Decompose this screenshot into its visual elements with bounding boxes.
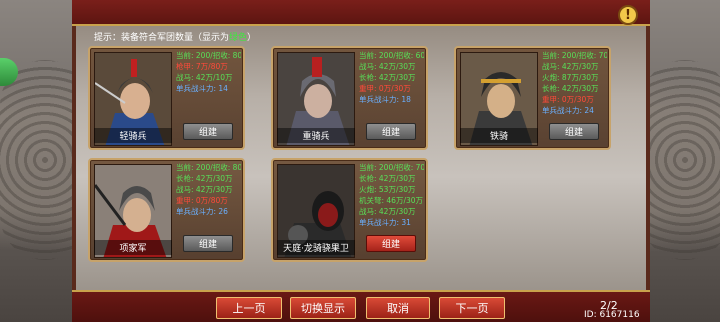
unit-stats: 当前: 200/招收: 70 战马: 42万/30万 火炮: 87万/30万 长… — [542, 51, 607, 115]
unit-card-iron-cavalry: 铁骑 当前: 200/招收: 70 战马: 42万/30万 火炮: 87万/30… — [454, 46, 611, 150]
dialog-header — [72, 0, 650, 26]
build-button[interactable]: 组建 — [183, 235, 233, 252]
switch-display-button[interactable]: 切换显示 — [290, 297, 356, 319]
unit-stats: 当前: 200/招收: 70 长枪: 42万/30万 火炮: 53万/30万 机… — [359, 163, 424, 227]
cancel-button[interactable]: 取消 — [366, 297, 430, 319]
build-button[interactable]: 组建 — [183, 123, 233, 140]
unit-stats: 当前: 200/招收: 80 枪甲: 7万/80万 战马: 42万/10万 单兵… — [176, 51, 241, 93]
hint-text: 提示：装备符合军团数量（显示为绿色） — [94, 33, 257, 43]
unit-name: 天庭·龙骑骁果卫 — [277, 240, 355, 255]
dialog-footer — [72, 290, 650, 322]
unit-stats: 当前: 200/招收: 60 战马: 42万/30万 长枪: 42万/30万 重… — [359, 51, 424, 104]
unit-card-xiang-army: 项家军 当前: 200/招收: 80 长枪: 42万/30万 战马: 42万/3… — [88, 158, 245, 262]
unit-name: 铁骑 — [460, 128, 538, 143]
build-button[interactable]: 组建 — [366, 123, 416, 140]
unit-card-heavy-cavalry: 重骑兵 当前: 200/招收: 60 战马: 42万/30万 长枪: 42万/3… — [271, 46, 428, 150]
unit-name: 项家军 — [94, 240, 172, 255]
user-id: ID: 6167116 — [584, 310, 640, 320]
unit-card-dragon-guard: 天庭·龙骑骁果卫 当前: 200/招收: 70 长枪: 42万/30万 火炮: … — [271, 158, 428, 262]
build-button[interactable]: 组建 — [366, 235, 416, 252]
next-page-button[interactable]: 下一页 — [439, 297, 505, 319]
warning-icon[interactable]: ! — [618, 5, 638, 25]
right-ornament — [640, 60, 720, 260]
build-button[interactable]: 组建 — [549, 123, 599, 140]
unit-name: 重骑兵 — [277, 128, 355, 143]
unit-name: 轻骑兵 — [94, 128, 172, 143]
prev-page-button[interactable]: 上一页 — [216, 297, 282, 319]
unit-card-light-cavalry: 轻骑兵 当前: 200/招收: 80 枪甲: 7万/80万 战马: 42万/10… — [88, 46, 245, 150]
unit-stats: 当前: 200/招收: 80 长枪: 42万/30万 战马: 42万/30万 重… — [176, 163, 241, 216]
